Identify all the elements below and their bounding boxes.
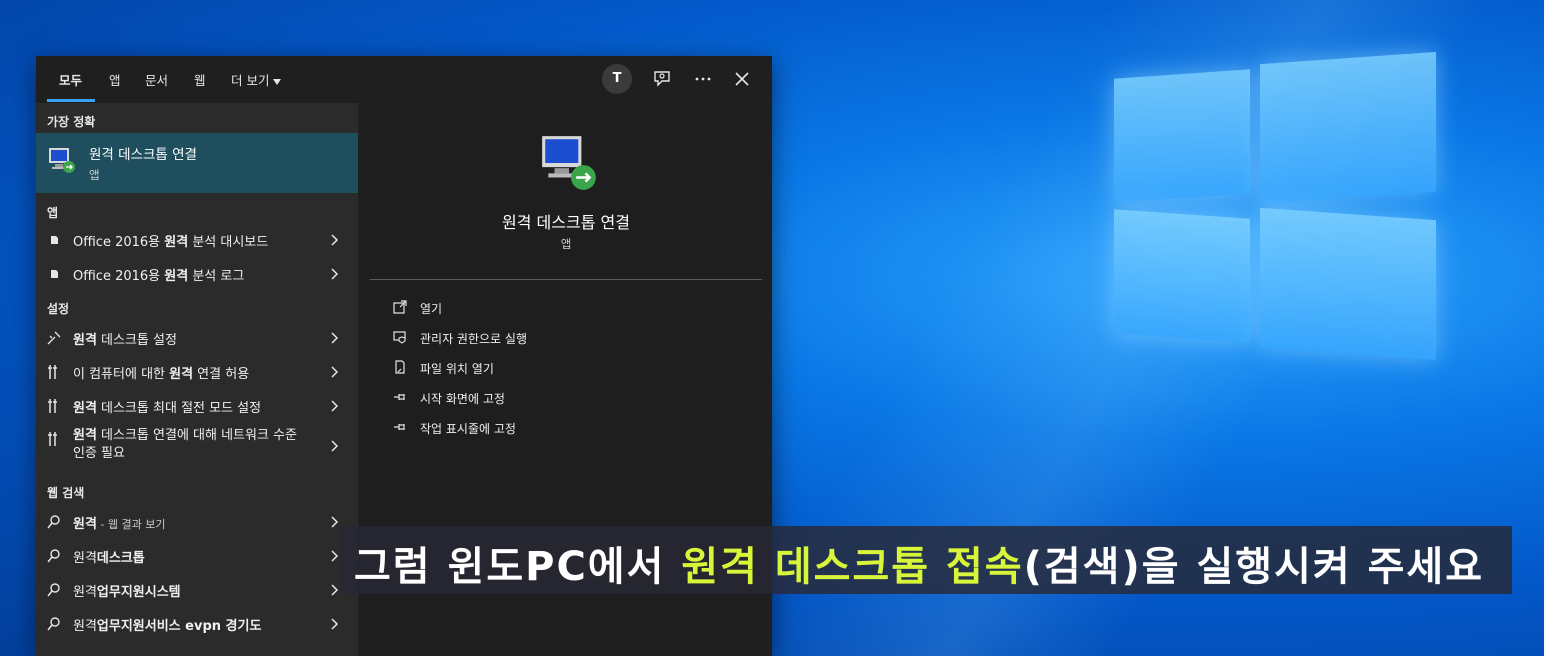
tab-web[interactable]: 웹 bbox=[194, 70, 206, 89]
feedback-icon[interactable] bbox=[651, 67, 675, 91]
search-topbar: 모두 앱 문서 웹 더 보기 T bbox=[36, 56, 772, 103]
best-match-subtitle: 앱 bbox=[89, 168, 100, 182]
pin-icon bbox=[394, 424, 405, 430]
results-list: 가장 정확 원격 데스크톱 연결 앱 앱 Office 2016용 원격 분석 … bbox=[36, 103, 358, 656]
tab-more[interactable]: 더 보기 bbox=[231, 70, 282, 89]
remote-desktop-icon bbox=[49, 148, 75, 173]
chevron-right-icon[interactable] bbox=[328, 399, 342, 413]
app-result-item[interactable]: Office 2016용 원격 분석 대시보드 bbox=[36, 225, 358, 255]
result-label: 원격 - 웹 결과 보기 bbox=[73, 517, 166, 532]
tab-all[interactable]: 모두 bbox=[59, 70, 82, 89]
tab-documents[interactable]: 문서 bbox=[145, 70, 168, 89]
open-icon bbox=[393, 300, 407, 314]
tools-icon bbox=[48, 432, 57, 446]
result-label: 원격 데스크톱 최대 절전 모드 설정 bbox=[73, 401, 262, 416]
result-label: 원격 데스크톱 설정 bbox=[73, 333, 177, 348]
tab-more-label: 더 보기 bbox=[231, 73, 270, 88]
action-label: 관리자 권한으로 실행 bbox=[420, 332, 527, 346]
close-icon[interactable] bbox=[730, 67, 754, 91]
settings-result-item[interactable]: 이 컴퓨터에 대한 원격 연결 허용 bbox=[36, 357, 358, 387]
result-label: 원격데스크톱 bbox=[73, 551, 145, 566]
pin-icon bbox=[394, 394, 405, 400]
chevron-right-icon[interactable] bbox=[328, 267, 342, 281]
section-web-search: 웹 검색 bbox=[47, 486, 85, 500]
subtitle-caption: 그럼 윈도PC에서 원격 데스크톱 접속(검색)을 실행시켜 주세요 bbox=[340, 526, 1512, 594]
document-icon bbox=[51, 270, 58, 278]
section-best-match: 가장 정확 bbox=[47, 115, 96, 129]
web-result-item[interactable]: 원격업무지원시스템 bbox=[36, 575, 358, 605]
detail-divider bbox=[370, 279, 762, 280]
web-result-item[interactable]: 원격데스크톱 bbox=[36, 541, 358, 571]
tools-icon bbox=[48, 399, 57, 413]
search-icon bbox=[47, 549, 60, 563]
chevron-right-icon[interactable] bbox=[328, 439, 342, 453]
search-icon bbox=[47, 515, 60, 529]
best-match-item[interactable]: 원격 데스크톱 연결 앱 bbox=[36, 133, 358, 193]
chevron-right-icon[interactable] bbox=[328, 233, 342, 247]
action-label: 열기 bbox=[420, 302, 443, 316]
chevron-right-icon[interactable] bbox=[328, 365, 342, 379]
settings-result-item[interactable]: 원격 데스크톱 설정 bbox=[36, 323, 358, 353]
result-label: 이 컴퓨터에 대한 원격 연결 허용 bbox=[73, 367, 250, 382]
section-settings: 설정 bbox=[47, 302, 70, 316]
result-label: 원격 데스크톱 연결에 대해 네트워크 수준 인증 필요 bbox=[73, 428, 297, 461]
detail-title: 원격 데스크톱 연결 bbox=[502, 213, 630, 232]
web-result-item[interactable]: 원격업무지원서비스 evpn 경기도 bbox=[36, 609, 358, 639]
windows-logo bbox=[1110, 38, 1440, 373]
result-label: Office 2016용 원격 분석 로그 bbox=[73, 269, 245, 284]
tools-icon bbox=[48, 365, 57, 379]
result-label: 원격업무지원시스템 bbox=[73, 585, 181, 600]
detail-subtitle: 앱 bbox=[560, 237, 572, 251]
remote-settings-icon bbox=[47, 331, 61, 345]
remote-desktop-icon bbox=[542, 136, 596, 190]
search-icon bbox=[47, 583, 60, 597]
active-tab-indicator bbox=[47, 99, 95, 102]
result-label: Office 2016용 원격 분석 대시보드 bbox=[73, 235, 269, 250]
best-match-title: 원격 데스크톱 연결 bbox=[89, 147, 197, 163]
admin-shield-icon bbox=[393, 331, 406, 344]
action-label: 작업 표시줄에 고정 bbox=[420, 422, 516, 436]
tab-apps[interactable]: 앱 bbox=[109, 70, 121, 89]
avatar[interactable]: T bbox=[602, 64, 632, 94]
result-label: 원격업무지원서비스 evpn 경기도 bbox=[73, 619, 262, 634]
action-label: 시작 화면에 고정 bbox=[420, 392, 505, 406]
settings-result-item[interactable]: 원격 데스크톱 최대 절전 모드 설정 bbox=[36, 391, 358, 421]
web-result-item[interactable]: 원격 - 웹 결과 보기 bbox=[36, 507, 358, 537]
action-label: 파일 위치 열기 bbox=[420, 362, 494, 376]
more-icon[interactable] bbox=[691, 67, 715, 91]
chevron-right-icon[interactable] bbox=[328, 617, 342, 631]
chevron-right-icon[interactable] bbox=[328, 331, 342, 345]
chevron-down-icon bbox=[273, 78, 282, 85]
caption-text: 그럼 윈도PC에서 원격 데스크톱 접속(검색)을 실행시켜 주세요 bbox=[354, 544, 1485, 590]
settings-result-item[interactable]: 원격 데스크톱 연결에 대해 네트워크 수준 인증 필요 bbox=[36, 425, 358, 469]
file-location-icon bbox=[395, 360, 405, 374]
search-icon bbox=[47, 617, 60, 631]
section-apps: 앱 bbox=[47, 206, 59, 220]
document-icon bbox=[51, 236, 58, 244]
app-result-item[interactable]: Office 2016용 원격 분석 로그 bbox=[36, 259, 358, 289]
